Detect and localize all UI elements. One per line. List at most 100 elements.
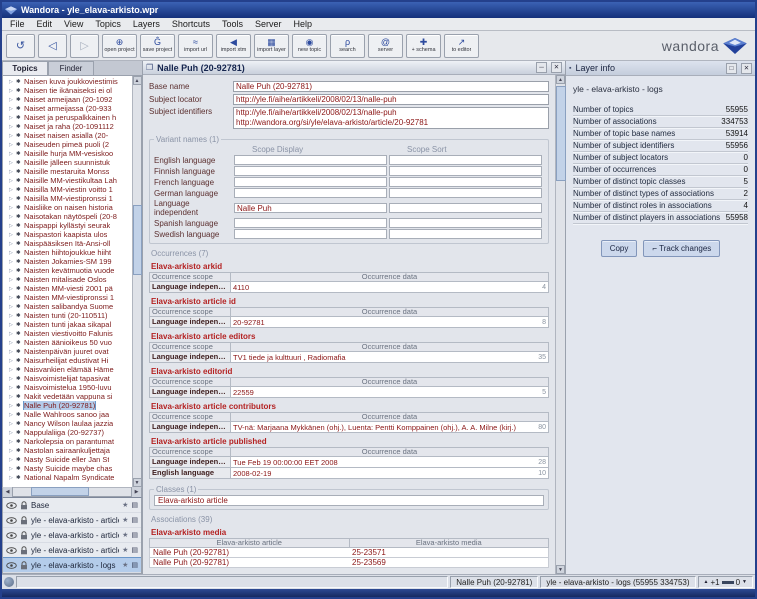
topic-label[interactable]: Naiset armeijassa (20-933	[24, 104, 112, 113]
expander-icon[interactable]: ▷	[9, 160, 16, 166]
editor-title-bar[interactable]: ❐ Nalle Puh (20-92781) ─ ✕	[143, 61, 565, 75]
topic-tree-row[interactable]: ▷✱Naiset ja peruspalkkainen h	[3, 113, 132, 122]
editor-vertical-scrollbar[interactable]: ▲ ▼	[555, 75, 565, 574]
open-project-button[interactable]: ⊕open project	[102, 34, 137, 58]
expander-icon[interactable]: ▷	[9, 430, 16, 436]
menu-tools[interactable]: Tools	[216, 18, 249, 31]
expander-icon[interactable]: ▷	[9, 313, 16, 319]
variant-display-field[interactable]	[234, 177, 387, 187]
topic-tree-row[interactable]: ▷✱National Napalm Syndicate	[3, 473, 132, 482]
layer-row[interactable]: yle - elava-arkisto - article★▤	[3, 543, 141, 558]
topic-tree-row[interactable]: ▷✱Naispääsiksen Itä-Ansi-oll	[3, 239, 132, 248]
topic-tree-row[interactable]: ▷✱Naispappi kyllästyi seurak	[3, 221, 132, 230]
topic-label[interactable]: Naisvoimistelijat tapasivat	[24, 374, 110, 383]
topic-label[interactable]: Naisliike on naisen historia	[24, 203, 113, 212]
topic-label[interactable]: Nancy Wilson laulaa jazzia	[24, 419, 113, 428]
layer-name[interactable]: Base	[31, 501, 119, 510]
occurrence-row[interactable]: Language independentTue Feb 19 00:00:00 …	[149, 457, 549, 468]
topic-tree-row[interactable]: ▷✱Naisen tie ikänaiseksi ei ol	[3, 86, 132, 95]
track-changes-button[interactable]: ⌐ Track changes	[643, 240, 720, 257]
variant-display-field[interactable]	[234, 166, 387, 176]
occurrence-data-cell[interactable]: 20-927818	[231, 317, 549, 328]
variant-sort-field[interactable]	[389, 155, 542, 165]
topic-label[interactable]: Nastolan sairaankuljettaja	[24, 446, 110, 455]
variant-display-field[interactable]	[234, 155, 387, 165]
topic-tree-row[interactable]: ▷✱Naisille jälleen suunnistuk	[3, 158, 132, 167]
layer-stack-icon[interactable]: ▤	[131, 561, 138, 569]
scroll-thumb[interactable]	[133, 205, 142, 275]
expander-icon[interactable]: ▷	[9, 475, 16, 481]
back-button[interactable]: ◁	[38, 34, 67, 58]
topic-label[interactable]: Naiset naisen asialla (20-	[24, 131, 108, 140]
occurrence-data-cell[interactable]: TV-nä: Marjaana Mykkänen (ohj.), Luenta:…	[231, 422, 549, 433]
topic-label[interactable]: Naiset ja raha (20-1091112	[24, 122, 114, 131]
occurrence-scope-cell[interactable]: Language independent	[149, 352, 231, 363]
topic-label[interactable]: Naisten viestivoitto Falunis	[24, 329, 113, 338]
close-icon[interactable]: ✕	[741, 63, 752, 74]
association-player-media[interactable]: 25-23569	[349, 558, 548, 567]
topic-label[interactable]: Naisten MM-viestipronssi 1	[24, 293, 114, 302]
topic-tree-row[interactable]: ▷✱Naisvoimistelijat tapasivat	[3, 374, 132, 383]
layer-stack-icon[interactable]: ▤	[131, 546, 138, 554]
menu-topics[interactable]: Topics	[89, 18, 127, 31]
topic-label[interactable]: Naisten tunti jakaa sikapal	[24, 320, 111, 329]
topic-label[interactable]: Naiset ja peruspalkkainen h	[24, 113, 116, 122]
topic-label[interactable]: Nakit vedetään vappuna si	[24, 392, 112, 401]
star-icon[interactable]: ★	[122, 546, 128, 554]
topic-tree-row[interactable]: ▷✱Naiset armeijassa (20-933	[3, 104, 132, 113]
topic-label[interactable]: Naisille MM-viestikultaa Lah	[24, 176, 117, 185]
memory-indicator[interactable]: ▲ +1 0 ▼	[698, 576, 753, 588]
class-link[interactable]: Elava-arkisto article	[154, 495, 544, 506]
occurrence-type-link[interactable]: Elava-arkisto article id	[151, 297, 549, 306]
occurrence-type-link[interactable]: Elava-arkisto article published	[151, 437, 549, 446]
topic-tree-row[interactable]: ▷✱Naisvankien elämää Häme	[3, 365, 132, 374]
topic-tree-row[interactable]: ▷✱Naisille mestaruita Monss	[3, 167, 132, 176]
topic-tree-row[interactable]: ▷✱Nastolan sairaankuljettaja	[3, 446, 132, 455]
topic-label[interactable]: Naisten kevätmuotia vuode	[24, 266, 114, 275]
expander-icon[interactable]: ▷	[9, 367, 16, 373]
subject-identifier[interactable]: http://wandora.org/si/yle/elava-arkisto/…	[236, 118, 546, 128]
expander-icon[interactable]: ▷	[9, 88, 16, 94]
expander-icon[interactable]: ▷	[9, 358, 16, 364]
topic-tree-row[interactable]: ▷✱Naisurheilijat edustivat Hi	[3, 356, 132, 365]
topic-label[interactable]: Naisille mestaruita Monss	[24, 167, 109, 176]
topic-label[interactable]: Naisurheilijat edustivat Hi	[24, 356, 108, 365]
topic-tree-row[interactable]: ▷✱Naisten tunti (20-110511)	[3, 311, 132, 320]
topic-tree-row[interactable]: ▷✱Naisille hurja MM-vesiskoo	[3, 149, 132, 158]
expander-icon[interactable]: ▷	[9, 286, 16, 292]
association-row[interactable]: Nalle Puh (20-92781)25-23569	[149, 558, 549, 568]
topic-label[interactable]: Naisilla MM-viestin voitto 1	[24, 185, 113, 194]
expander-icon[interactable]: ▷	[9, 385, 16, 391]
topic-tree-row[interactable]: ▷✱Naisten kevätmuotia vuode	[3, 266, 132, 275]
import-url-button[interactable]: ≈import url	[178, 34, 213, 58]
refresh-button[interactable]: ↺	[6, 34, 35, 58]
expander-icon[interactable]: ▷	[9, 223, 16, 229]
expander-icon[interactable]: ▷	[9, 448, 16, 454]
variant-sort-field[interactable]	[389, 177, 542, 187]
occurrence-data-cell[interactable]: Tue Feb 19 00:00:00 EET 200828	[231, 457, 549, 468]
subject-identifier[interactable]: http://yle.fi/aihe/artikkeli/2008/02/13/…	[236, 108, 546, 118]
topic-tree-row[interactable]: ▷✱Naiset ja raha (20-1091112	[3, 122, 132, 131]
expander-icon[interactable]: ▷	[9, 196, 16, 202]
occurrence-scope-cell[interactable]: Language independent	[149, 422, 231, 433]
variant-display-field[interactable]	[234, 218, 387, 228]
maximize-icon[interactable]: □	[726, 63, 737, 74]
topic-label[interactable]: Naisten äänioikeus 50 vuo	[24, 338, 112, 347]
expander-icon[interactable]: ▷	[9, 250, 16, 256]
title-bar[interactable]: Wandora - yle_elava-arkisto.wpr	[2, 2, 755, 18]
topic-tree-row[interactable]: ▷✱Nancy Wilson laulaa jazzia	[3, 419, 132, 428]
topic-label[interactable]: Nappulaliiga (20-92737)	[24, 428, 104, 437]
expander-icon[interactable]: ▷	[9, 232, 16, 238]
topic-label[interactable]: Nasty Suicide maybe chas	[24, 464, 112, 473]
menu-layers[interactable]: Layers	[127, 18, 166, 31]
topic-tree-row[interactable]: ▷✱Naisten mitalisade Oslos	[3, 275, 132, 284]
tab-finder[interactable]: Finder	[48, 61, 94, 75]
expander-icon[interactable]: ▷	[9, 322, 16, 328]
expander-icon[interactable]: ▷	[9, 349, 16, 355]
topic-label[interactable]: National Napalm Syndicate	[24, 473, 114, 482]
minimize-icon[interactable]: ─	[536, 62, 547, 73]
topic-label[interactable]: Naisten salibandya Suome	[24, 302, 113, 311]
layer-row[interactable]: Base★▤	[3, 498, 141, 513]
topic-tree-row[interactable]: ▷✱Naisilla MM-viestipronssi 1	[3, 194, 132, 203]
topic-tree-row[interactable]: ▷✱Naisille MM-viestikultaa Lah	[3, 176, 132, 185]
